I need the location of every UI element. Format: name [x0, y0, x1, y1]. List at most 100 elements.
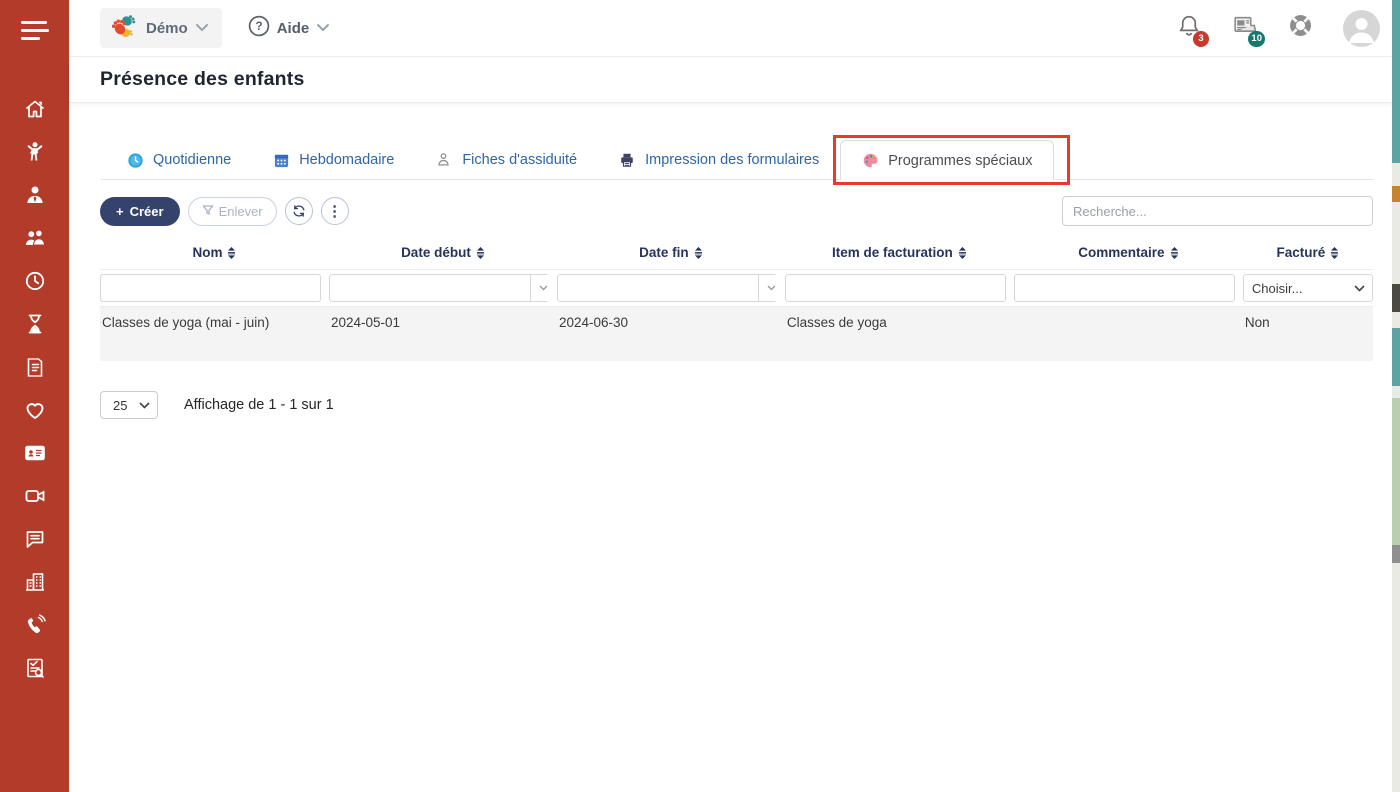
sort-icon [476, 247, 485, 259]
id-card-icon[interactable] [22, 441, 48, 465]
support-lifering-button[interactable] [1287, 12, 1314, 44]
child-icon[interactable] [22, 140, 48, 164]
tab-fiches-assiduite[interactable]: Fiches d'assiduité [415, 140, 598, 179]
invoice-icon[interactable] [22, 355, 48, 379]
tab-impression-formulaires[interactable]: Impression des formulaires [598, 140, 840, 179]
topbar-actions: 3 10 [1176, 10, 1380, 47]
date-picker-caret-button[interactable] [758, 275, 784, 301]
building-icon[interactable] [22, 570, 48, 594]
column-header-date-fin[interactable]: Date fin [557, 241, 785, 269]
cell-item-facturation: Classes de yoga [785, 315, 1014, 361]
scrollbar-mark [1392, 284, 1400, 312]
create-label: Créer [130, 204, 164, 219]
families-icon[interactable] [22, 226, 48, 250]
more-options-button[interactable]: ⋮ [321, 197, 349, 225]
user-avatar[interactable] [1343, 10, 1380, 47]
scrollbar-mark [1392, 328, 1400, 386]
brand-logo-icon [109, 11, 139, 46]
filter-commentaire-input[interactable] [1014, 274, 1235, 302]
refresh-button[interactable] [285, 197, 313, 225]
programs-table: Nom Date début Date fin Item de facturat… [100, 241, 1373, 361]
sort-icon [958, 247, 967, 259]
toolbar: + Créer Enlever ⋮ [100, 196, 1373, 226]
sidebar [0, 0, 69, 792]
chevron-down-icon [316, 19, 330, 37]
scrollbar[interactable] [1392, 0, 1400, 792]
clock-icon[interactable] [22, 269, 48, 293]
page-size-select[interactable]: 25 [100, 391, 158, 419]
content: Quotidienne Hebdomadaire Fiches d'assidu… [69, 103, 1400, 419]
tab-label: Hebdomadaire [299, 152, 394, 168]
column-label: Date début [401, 245, 471, 260]
column-header-date-debut[interactable]: Date début [329, 241, 557, 269]
sort-icon [227, 247, 236, 259]
question-circle-icon: ? [248, 15, 270, 42]
filter-date-debut-input[interactable] [329, 274, 549, 302]
reports-icon[interactable] [22, 656, 48, 680]
remove-label: Enlever [219, 204, 263, 219]
table-header-row: Nom Date début Date fin Item de facturat… [100, 241, 1373, 269]
page-header: Présence des enfants [69, 57, 1400, 103]
kebab-icon: ⋮ [327, 204, 342, 219]
home-icon[interactable] [22, 97, 48, 121]
heart-icon[interactable] [22, 398, 48, 422]
sidebar-nav [22, 97, 48, 680]
column-header-item-facturation[interactable]: Item de facturation [785, 241, 1014, 269]
scrollbar-mark [1392, 398, 1400, 545]
clock-icon [127, 152, 144, 169]
table-row[interactable]: Classes de yoga (mai - juin) 2024-05-01 … [100, 307, 1373, 361]
cell-date-debut: 2024-05-01 [329, 315, 557, 361]
news-count-badge: 10 [1248, 31, 1265, 47]
calendar-icon [273, 152, 290, 169]
date-picker-caret-button[interactable] [530, 275, 556, 301]
cell-commentaire [1014, 315, 1243, 361]
filter-nom-input[interactable] [100, 274, 321, 302]
filter-facture-select[interactable]: Choisir... [1243, 274, 1373, 302]
organization-name: Démo [146, 20, 188, 37]
column-label: Commentaire [1078, 245, 1164, 260]
column-header-nom[interactable]: Nom [100, 241, 329, 269]
tab-programmes-speciaux[interactable]: Programmes spéciaux [840, 140, 1054, 180]
news-button[interactable]: 10 [1231, 13, 1258, 44]
column-header-commentaire[interactable]: Commentaire [1014, 241, 1243, 269]
hamburger-menu-icon[interactable] [21, 21, 49, 45]
notifications-button[interactable]: 3 [1176, 13, 1202, 44]
messages-icon[interactable] [22, 527, 48, 551]
staff-icon[interactable] [22, 183, 48, 207]
sort-icon [1170, 247, 1179, 259]
cell-date-fin: 2024-06-30 [557, 315, 785, 361]
sort-icon [1330, 247, 1339, 259]
table-footer: 25 Affichage de 1 - 1 sur 1 [100, 391, 1373, 419]
filter-date-fin-input[interactable] [557, 274, 777, 302]
tab-label: Fiches d'assiduité [462, 152, 577, 168]
tab-label: Impression des formulaires [645, 152, 819, 168]
scrollbar-mark [1392, 0, 1400, 163]
video-icon[interactable] [22, 484, 48, 508]
help-label: Aide [277, 20, 310, 37]
scrollbar-thumb[interactable] [1392, 545, 1400, 563]
main-area: Démo ? Aide 3 [69, 0, 1400, 792]
tab-hebdomadaire[interactable]: Hebdomadaire [252, 140, 415, 179]
scrollbar-mark [1392, 186, 1400, 202]
column-header-facture[interactable]: Facturé [1243, 241, 1373, 269]
tab-label: Programmes spéciaux [888, 153, 1032, 169]
filter-item-facturation-input[interactable] [785, 274, 1006, 302]
notifications-count-badge: 3 [1193, 31, 1209, 47]
filter-row: Choisir... [100, 269, 1373, 307]
pagination-summary: Affichage de 1 - 1 sur 1 [184, 397, 334, 413]
cell-facture: Non [1243, 315, 1373, 361]
plus-icon: + [116, 204, 124, 219]
organization-switcher[interactable]: Démo [100, 8, 222, 48]
search-input[interactable] [1062, 196, 1373, 226]
remove-button[interactable]: Enlever [188, 197, 277, 226]
tab-quotidienne[interactable]: Quotidienne [106, 140, 252, 179]
column-label: Date fin [639, 245, 689, 260]
help-menu[interactable]: ? Aide [248, 15, 331, 42]
svg-text:?: ? [255, 21, 262, 33]
sort-icon [694, 247, 703, 259]
create-button[interactable]: + Créer [100, 197, 180, 226]
printer-icon [619, 152, 636, 169]
hourglass-icon[interactable] [22, 312, 48, 336]
phone-icon[interactable] [22, 613, 48, 637]
tab-bar: Quotidienne Hebdomadaire Fiches d'assidu… [100, 140, 1373, 180]
